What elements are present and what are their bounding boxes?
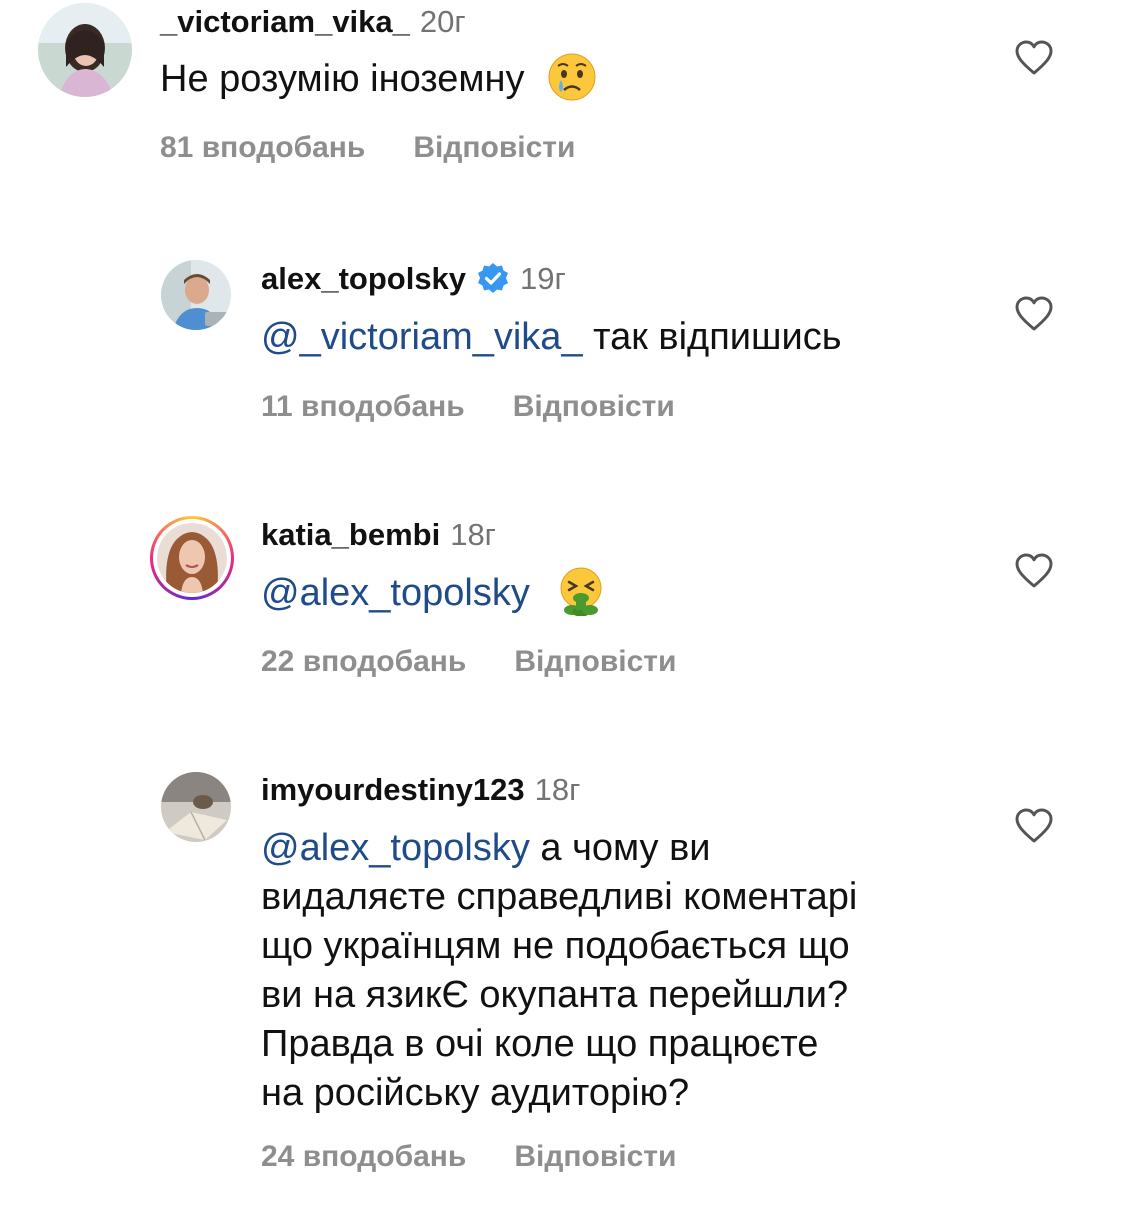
comment-text-line: Правда в очі коле що працюєте xyxy=(261,1023,819,1065)
mention-link[interactable]: @alex_topolsky xyxy=(261,827,530,869)
avatar[interactable] xyxy=(38,3,132,97)
crying-face-emoji xyxy=(547,52,597,102)
comment-time: 20г xyxy=(419,4,466,39)
comment-text-line: що українцям не подобається що xyxy=(261,925,850,967)
reply-button[interactable]: Відповісти xyxy=(513,390,675,423)
comment-username[interactable]: katia_bembi xyxy=(261,515,440,555)
reply-button[interactable]: Відповісти xyxy=(413,131,575,164)
comment-time: 19г xyxy=(520,261,566,296)
comment-text: так відпишись xyxy=(582,316,842,358)
likes-count[interactable]: 24 вподобань xyxy=(261,1140,466,1173)
comment-text-line: на російську аудиторію? xyxy=(261,1072,690,1114)
comment-username[interactable]: imyourdestiny123 xyxy=(261,770,525,810)
likes-count[interactable]: 81 вподобань xyxy=(160,131,365,164)
verified-badge-icon xyxy=(476,262,510,296)
mention-link[interactable]: @alex_topolsky xyxy=(261,572,530,614)
reply-button[interactable]: Відповісти xyxy=(514,645,676,678)
comment-text-line: ви на язикЄ окупанта перейшли? xyxy=(261,974,849,1016)
like-heart-icon[interactable] xyxy=(1015,40,1053,76)
reply-button[interactable]: Відповісти xyxy=(514,1140,676,1173)
like-heart-icon[interactable] xyxy=(1015,808,1053,844)
comment-username[interactable]: alex_topolsky xyxy=(261,259,466,299)
comment-username[interactable]: _victoriam_vika_ xyxy=(160,2,410,42)
comment-time: 18г xyxy=(534,772,581,807)
comment-time: 18г xyxy=(450,517,496,552)
likes-count[interactable]: 11 вподобань xyxy=(261,390,465,423)
comment-text: Не розумію іноземну xyxy=(160,58,525,100)
likes-count[interactable]: 22 вподобань xyxy=(261,645,466,678)
comment-text: а чому ви xyxy=(529,827,711,869)
avatar[interactable] xyxy=(161,260,231,330)
like-heart-icon[interactable] xyxy=(1015,553,1053,589)
story-ring-avatar[interactable] xyxy=(150,516,234,600)
comment-text-line: @alex_topolsky а чому ви xyxy=(261,824,857,873)
like-heart-icon[interactable] xyxy=(1015,296,1053,332)
mention-link[interactable]: @_victoriam_vika_ xyxy=(261,316,583,358)
comment-text-line: видаляєте справедливі коментарі xyxy=(261,876,858,918)
avatar xyxy=(157,523,227,593)
vomiting-face-emoji xyxy=(556,566,606,617)
avatar[interactable] xyxy=(161,772,231,842)
